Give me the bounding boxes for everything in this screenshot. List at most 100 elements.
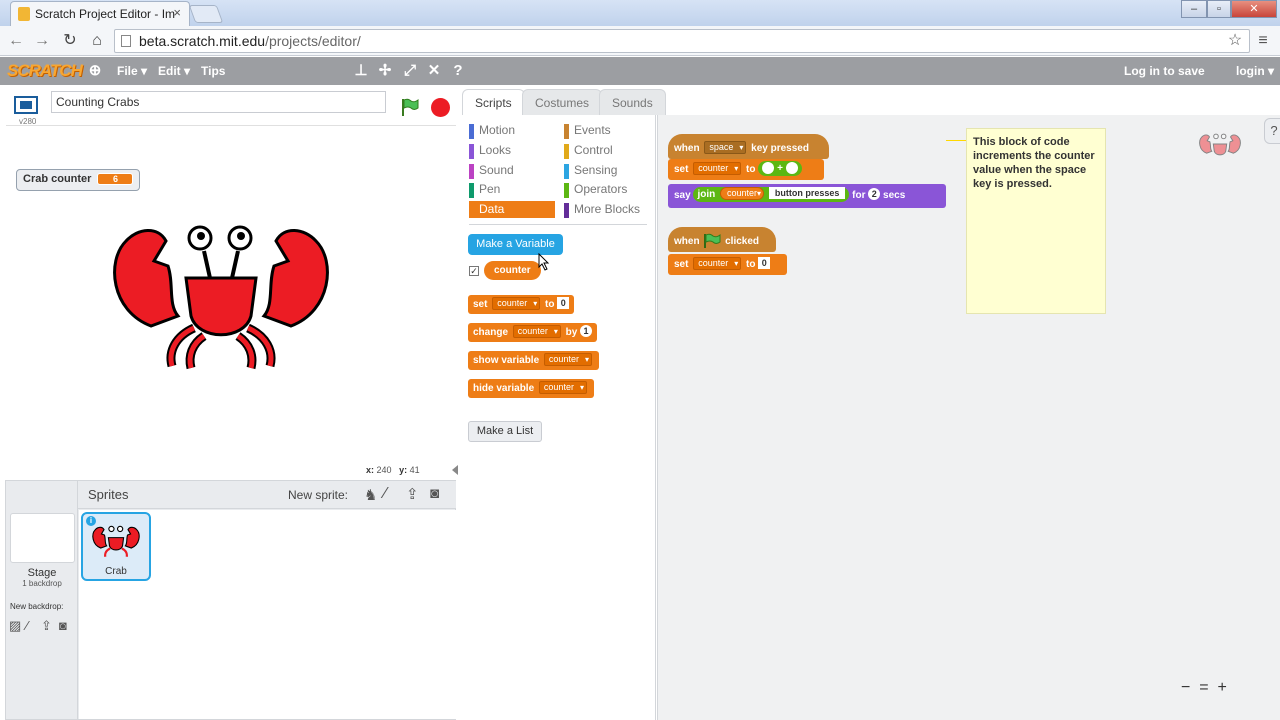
browser-tab[interactable]: Scratch Project Editor - Im × [10,1,190,26]
back-arrow-icon[interactable]: ← [6,31,26,51]
set-counter-zero-block[interactable]: set counter to 0 [668,254,787,275]
forward-arrow-icon[interactable]: → [32,31,52,51]
camera-sprite-icon[interactable]: ◙ [430,485,439,502]
language-globe-icon[interactable]: ⊕ [86,62,104,80]
cut-scissors-icon[interactable]: ✢ [376,62,394,80]
variable-dropdown[interactable]: counter [693,162,742,175]
make-variable-button[interactable]: Make a Variable [468,234,563,255]
make-list-button[interactable]: Make a List [468,421,542,442]
category-data[interactable]: Data [469,202,504,219]
coord-x-value: 240 [376,465,392,475]
login-to-save-link[interactable]: Log in to save [1124,64,1205,78]
new-tab-button[interactable] [188,5,224,23]
category-control[interactable]: Control [564,143,613,160]
category-events[interactable]: Events [564,123,611,140]
upload-sprite-icon[interactable]: ⇪ [406,485,419,503]
green-flag-icon[interactable] [400,97,420,117]
tab-costumes[interactable]: Costumes [522,89,603,115]
edit-menu[interactable]: Edit ▾ [158,64,190,78]
crab-sprite[interactable] [106,216,336,371]
block-text: set [674,259,689,270]
tab-sounds[interactable]: Sounds [599,89,666,115]
value-input[interactable]: 0 [557,297,570,309]
sprite-library-icon[interactable]: ♞ [364,486,377,504]
file-menu[interactable]: File ▾ [117,64,147,78]
when-flag-clicked-block[interactable]: when clicked [668,227,776,252]
home-icon[interactable]: ⌂ [87,31,107,51]
grow-icon[interactable]: ⤢ [401,62,419,80]
category-sensing[interactable]: Sensing [564,163,617,180]
set-variable-block[interactable]: set counter to 0 [468,295,575,314]
category-motion[interactable]: Motion [469,123,515,140]
editor-tabs: Scripts Costumes Sounds [460,85,1280,115]
say-for-secs-block[interactable]: say join counter button presses for 2 se… [668,184,946,208]
variable-dropdown[interactable]: counter [538,381,587,394]
maximize-window-button[interactable]: ▫ [1207,0,1231,18]
login-menu[interactable]: login ▾ [1236,64,1274,78]
tab-scripts[interactable]: Scripts [462,89,525,115]
variable-dropdown[interactable]: counter [693,257,742,270]
category-label: Control [574,143,613,157]
bookmark-star-icon[interactable]: ☆ [1225,31,1245,51]
zoom-reset-icon[interactable]: = [1199,679,1208,696]
duplicate-stamp-icon[interactable]: ⊥ [352,62,370,80]
zoom-out-icon[interactable]: − [1181,679,1190,696]
category-more-blocks[interactable]: More Blocks [564,202,640,219]
zoom-controls: − = + [1181,679,1227,697]
zoom-in-icon[interactable]: + [1217,679,1226,696]
block-help-icon[interactable]: ? [449,62,467,80]
paint-sprite-icon[interactable]: ∕ [384,485,387,503]
close-tab-icon[interactable]: × [173,5,181,20]
script-comment[interactable]: This block of code increments the counte… [966,128,1106,314]
address-bar[interactable]: beta.scratch.mit.edu/projects/editor/ [114,29,1250,53]
backdrop-library-icon[interactable]: ▨ [9,618,21,634]
block-text: show variable [473,355,540,366]
addition-operator-block[interactable]: + [758,161,802,176]
value-input[interactable]: 1 [580,325,593,337]
reload-icon[interactable]: ↻ [60,31,80,51]
sprite-thumbnail-crab[interactable]: i Crab [81,512,151,581]
counter-reporter[interactable]: counter [720,187,765,200]
tips-menu[interactable]: Tips [201,64,225,78]
when-key-pressed-block[interactable]: when space key pressed [668,134,829,159]
secs-input[interactable]: 2 [868,188,881,200]
chrome-menu-icon[interactable]: ≡ [1253,31,1273,51]
join-operator-block[interactable]: join counter button presses [693,187,850,202]
set-counter-block[interactable]: set counter to + [668,159,824,180]
script-area[interactable]: when space key pressed set counter to + … [657,115,1280,720]
variable-monitor[interactable]: Crab counter 6 [16,169,141,191]
operand-slot[interactable] [762,162,775,175]
collapse-stage-arrow-icon[interactable] [452,465,458,475]
category-sound[interactable]: Sound [469,163,514,180]
project-title-input[interactable]: Counting Crabs [51,91,386,113]
close-window-button[interactable]: ✕ [1231,0,1277,18]
scratch-logo[interactable]: SCRATCH [7,61,83,81]
counter-reporter-block[interactable]: counter [484,261,541,280]
stop-sign-icon[interactable] [431,98,450,117]
paint-backdrop-icon[interactable]: ∕ [26,618,28,633]
category-pen[interactable]: Pen [469,182,500,199]
counter-show-checkbox[interactable]: ✓ [469,266,479,276]
operand-slot[interactable] [785,162,798,175]
hide-variable-block[interactable]: hide variable counter [468,379,594,398]
key-dropdown[interactable]: space [704,141,747,154]
help-question-icon[interactable]: ? [1264,118,1280,144]
minimize-window-button[interactable]: – [1181,0,1207,18]
camera-backdrop-icon[interactable]: ◙ [59,618,67,633]
category-looks[interactable]: Looks [469,143,511,160]
presentation-mode-icon[interactable] [14,96,38,114]
upload-backdrop-icon[interactable]: ⇪ [41,618,52,634]
variable-dropdown[interactable]: counter [492,297,541,310]
variable-dropdown[interactable]: counter [543,353,592,366]
stage-canvas[interactable]: Crab counter 6 [6,125,456,463]
operator-text: + [777,163,783,174]
change-variable-block[interactable]: change counter by 1 [468,323,598,342]
variable-dropdown[interactable]: counter [512,325,561,338]
stage-thumbnail[interactable] [10,513,75,563]
shrink-icon[interactable]: ✕ [425,62,443,80]
value-input[interactable]: 0 [758,257,771,269]
join-text-input[interactable]: button presses [768,187,846,199]
category-operators[interactable]: Operators [564,182,627,199]
show-variable-block[interactable]: show variable counter [468,351,599,370]
backdrop-count: 1 backdrop [22,579,62,588]
